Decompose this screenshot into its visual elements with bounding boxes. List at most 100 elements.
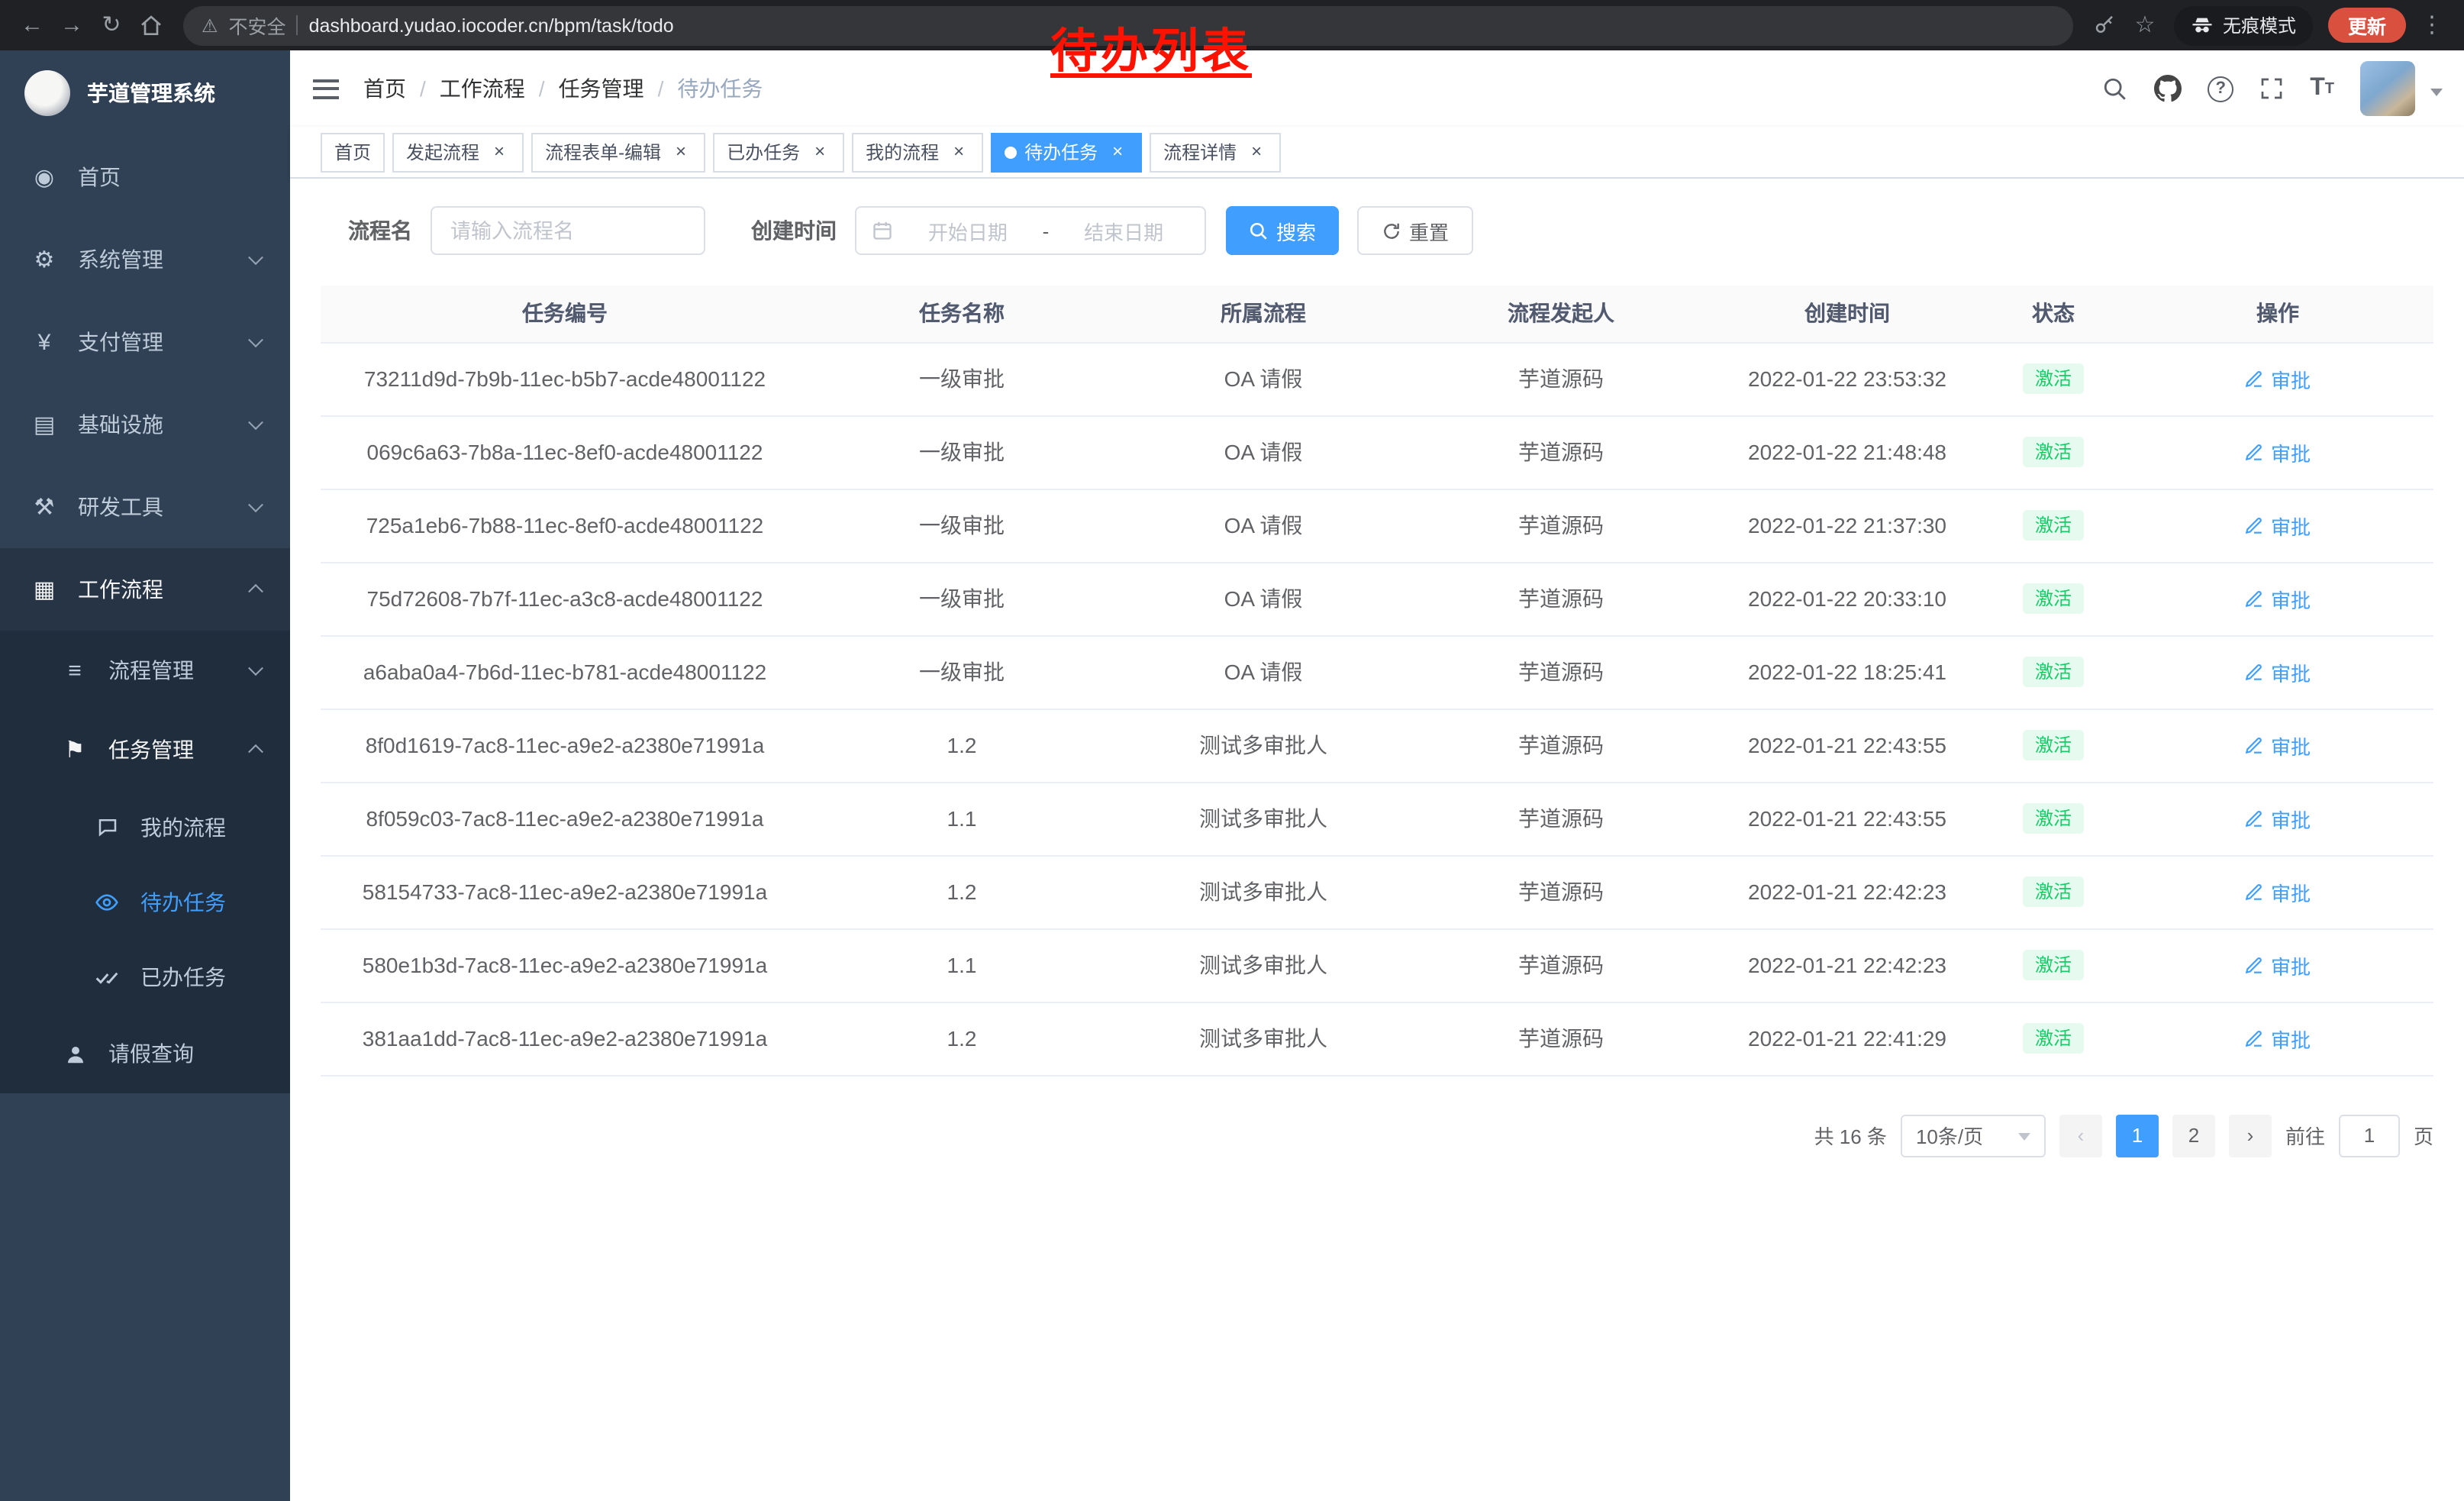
cell-created-time: 2022-01-21 22:42:23 — [1710, 928, 1985, 1002]
search-button[interactable]: 搜索 — [1226, 206, 1339, 255]
approve-button[interactable]: 审批 — [2245, 731, 2311, 760]
sidebar-item-infrastructure[interactable]: ▤ 基础设施 — [0, 383, 290, 466]
cell-created-time: 2022-01-22 23:53:32 — [1710, 342, 1985, 415]
password-key-icon[interactable] — [2085, 5, 2125, 45]
sidebar-item-task-mgmt[interactable]: ⚑ 任务管理 — [0, 710, 290, 789]
refresh-icon — [1382, 221, 1401, 240]
cell-initiator: 芋道源码 — [1412, 562, 1710, 635]
sidebar-item-done-task[interactable]: 已办任务 — [0, 939, 290, 1014]
approve-button[interactable]: 审批 — [2245, 511, 2311, 540]
avatar[interactable] — [2360, 61, 2415, 116]
tab-label: 发起流程 — [406, 139, 479, 165]
sidebar-item-workflow[interactable]: ▦ 工作流程 — [0, 548, 290, 631]
approve-button[interactable]: 审批 — [2245, 437, 2311, 466]
menu-dots-icon[interactable]: ⋮ — [2412, 5, 2452, 45]
approve-label: 审批 — [2271, 1024, 2311, 1053]
approve-button[interactable]: 审批 — [2245, 951, 2311, 980]
tab-close-icon[interactable]: × — [948, 141, 969, 163]
date-range-picker[interactable]: 开始日期 - 结束日期 — [855, 206, 1206, 255]
help-icon[interactable]: ? — [2208, 76, 2233, 102]
next-page-button[interactable]: › — [2229, 1114, 2272, 1157]
sidebar-item-label: 首页 — [78, 162, 121, 192]
date-range-separator: - — [1043, 219, 1050, 242]
tab-流程表单-编辑[interactable]: 流程表单-编辑 × — [531, 132, 705, 172]
back-icon[interactable]: ← — [12, 5, 52, 45]
edit-icon — [2245, 369, 2265, 389]
tab-close-icon[interactable]: × — [809, 141, 830, 163]
page-size-select[interactable]: 10条/页 — [1901, 1114, 2046, 1157]
approve-button[interactable]: 审批 — [2245, 1024, 2311, 1053]
cell-action: 审批 — [2122, 635, 2433, 709]
incognito-badge: 无痕模式 — [2174, 5, 2313, 45]
col-task-id: 任务编号 — [321, 286, 809, 342]
chevron-down-icon — [248, 250, 263, 265]
navbar-actions: ? TT — [2102, 61, 2464, 116]
update-button[interactable]: 更新 — [2328, 8, 2406, 43]
reset-button[interactable]: 重置 — [1357, 206, 1473, 255]
process-name-input[interactable] — [431, 206, 705, 255]
tab-首页[interactable]: 首页 — [321, 132, 385, 172]
sidebar-item-home[interactable]: ◉ 首页 — [0, 136, 290, 218]
approve-button[interactable]: 审批 — [2245, 364, 2311, 393]
table-row: 381aa1dd-7ac8-11ec-a9e2-a2380e71991a1.2测… — [321, 1002, 2433, 1075]
tab-流程详情[interactable]: 流程详情× — [1150, 132, 1281, 172]
sidebar-toggle-button[interactable] — [290, 73, 362, 104]
workflow-submenu: ≡ 流程管理 ⚑ 任务管理 我的流程 — [0, 631, 290, 1093]
tab-我的流程[interactable]: 我的流程× — [852, 132, 983, 172]
approve-label: 审批 — [2271, 511, 2311, 540]
app-title: 芋道管理系统 — [87, 78, 215, 108]
approve-button[interactable]: 审批 — [2245, 657, 2311, 686]
sidebar-item-system[interactable]: ⚙ 系统管理 — [0, 218, 290, 301]
breadcrumb-task-mgmt[interactable]: 任务管理 — [559, 73, 644, 104]
sidebar-item-process-mgmt[interactable]: ≡ 流程管理 — [0, 631, 290, 710]
status-badge: 激活 — [2023, 950, 2084, 980]
approve-button[interactable]: 审批 — [2245, 877, 2311, 906]
tab-close-icon[interactable]: × — [1107, 141, 1128, 163]
tab-label: 流程表单-编辑 — [545, 139, 661, 165]
approve-button[interactable]: 审批 — [2245, 584, 2311, 613]
font-size-icon[interactable]: TT — [2310, 75, 2334, 102]
table-row: 580e1b3d-7ac8-11ec-a9e2-a2380e71991a1.1测… — [321, 928, 2433, 1002]
pager-pages: 12 — [2116, 1114, 2215, 1157]
col-task-name: 任务名称 — [809, 286, 1114, 342]
goto-page-input[interactable] — [2339, 1114, 2400, 1157]
reload-icon[interactable]: ↻ — [92, 5, 131, 45]
page-size-value: 10条/页 — [1916, 1121, 1983, 1150]
cell-action: 审批 — [2122, 782, 2433, 855]
tab-close-icon[interactable]: × — [670, 141, 692, 163]
sidebar-item-todo-task[interactable]: 待办任务 — [0, 864, 290, 939]
approve-label: 审批 — [2271, 364, 2311, 393]
approve-button[interactable]: 审批 — [2245, 804, 2311, 833]
page-button-1[interactable]: 1 — [2116, 1114, 2159, 1157]
sidebar-item-label: 我的流程 — [140, 812, 226, 842]
cell-status: 激活 — [1985, 1002, 2122, 1075]
cell-process: 测试多审批人 — [1114, 928, 1412, 1002]
status-badge: 激活 — [2023, 363, 2084, 394]
github-icon[interactable] — [2154, 75, 2182, 102]
page-button-2[interactable]: 2 — [2172, 1114, 2215, 1157]
prev-page-button[interactable]: ‹ — [2059, 1114, 2102, 1157]
breadcrumb-home[interactable]: 首页 — [363, 73, 406, 104]
search-icon[interactable] — [2102, 76, 2128, 102]
cell-task-name: 1.2 — [809, 1002, 1114, 1075]
sidebar-item-label: 支付管理 — [78, 327, 163, 357]
home-icon[interactable] — [131, 5, 171, 45]
fullscreen-icon[interactable] — [2259, 76, 2284, 101]
sidebar-item-payment[interactable]: ¥ 支付管理 — [0, 301, 290, 383]
tab-发起流程[interactable]: 发起流程 × — [392, 132, 524, 172]
bookmark-star-icon[interactable]: ☆ — [2125, 5, 2165, 45]
caret-down-icon[interactable] — [2430, 88, 2443, 102]
tab-close-icon[interactable]: × — [1246, 141, 1267, 163]
tab-已办任务[interactable]: 已办任务× — [713, 132, 844, 172]
forward-icon[interactable]: → — [52, 5, 92, 45]
app-logo[interactable]: 芋道管理系统 — [0, 50, 290, 136]
sidebar-item-label: 已办任务 — [140, 961, 226, 992]
cell-task-name: 一级审批 — [809, 635, 1114, 709]
sidebar-item-leave-query[interactable]: 请假查询 — [0, 1014, 290, 1093]
tab-待办任务[interactable]: 待办任务× — [991, 132, 1142, 172]
sidebar-item-devtools[interactable]: ⚒ 研发工具 — [0, 466, 290, 548]
tab-close-icon[interactable]: × — [489, 141, 510, 163]
breadcrumb-workflow[interactable]: 工作流程 — [440, 73, 525, 104]
incognito-label: 无痕模式 — [2223, 12, 2296, 38]
sidebar-item-my-process[interactable]: 我的流程 — [0, 789, 290, 864]
